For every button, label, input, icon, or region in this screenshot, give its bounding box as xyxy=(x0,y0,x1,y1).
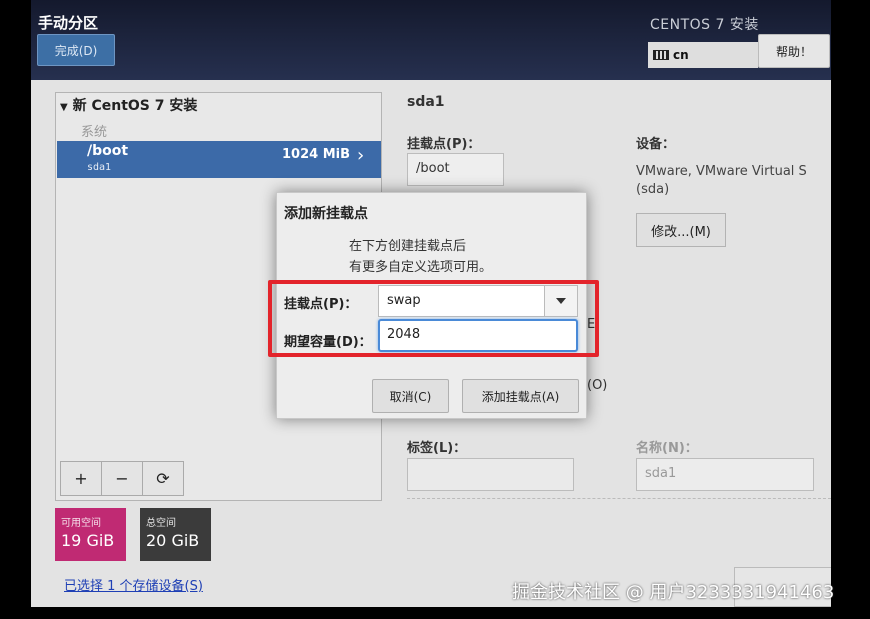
dialog-description-line2: 有更多自定义选项可用。 xyxy=(349,260,493,275)
device-value: VMware, VMware Virtual S (sda) xyxy=(636,164,807,197)
expand-triangle-icon: ▼ xyxy=(60,102,68,113)
divider xyxy=(407,498,831,499)
keyboard-icon xyxy=(653,50,669,60)
dialog-title: 添加新挂载点 xyxy=(284,206,368,222)
header-bar: 手动分区 完成(D) CENTOS 7 安装 cn 帮助！ xyxy=(31,0,831,80)
available-space-badge: 可用空间 19 GiB xyxy=(55,508,126,561)
partition-row-boot[interactable]: /boot sda1 1024 MiB › xyxy=(57,141,381,178)
install-tree-header[interactable]: ▼ 新 CentOS 7 安装 xyxy=(60,95,197,115)
highlight-frame xyxy=(268,280,599,357)
device-label: 设备： xyxy=(636,137,676,152)
keyboard-layout-label: cn xyxy=(673,48,689,62)
mount-point-label: 挂载点(P)： xyxy=(407,137,481,152)
selected-storage-link[interactable]: 已选择 1 个存储设备(S) xyxy=(64,575,203,594)
refresh-button[interactable]: ⟳ xyxy=(143,462,183,495)
remove-partition-button[interactable]: − xyxy=(102,462,143,495)
install-title: CENTOS 7 安装 xyxy=(650,17,759,33)
partition-toolbar: + − ⟳ xyxy=(60,461,184,496)
page-title: 手动分区 xyxy=(38,14,99,32)
name-field: sda1 xyxy=(636,458,814,491)
modify-button[interactable]: 修改...(M) xyxy=(636,213,726,247)
chevron-right-icon: › xyxy=(357,145,365,166)
group-label-system: 系统 xyxy=(81,125,108,140)
available-space-value: 19 GiB xyxy=(61,531,115,550)
partition-mount: /boot xyxy=(87,143,129,159)
installer-window: 手动分区 完成(D) CENTOS 7 安装 cn 帮助！ ▼ 新 CentOS… xyxy=(31,0,831,607)
obscured-option-fragment: (O) xyxy=(587,378,608,393)
keyboard-layout-indicator[interactable]: cn xyxy=(648,42,758,68)
partition-size: 1024 MiB xyxy=(282,147,351,162)
tag-label: 标签(L)： xyxy=(407,441,467,456)
help-button[interactable]: 帮助！ xyxy=(758,34,830,68)
done-button[interactable]: 完成(D) xyxy=(37,34,115,66)
add-partition-button[interactable]: + xyxy=(61,462,102,495)
partition-device: sda1 xyxy=(87,162,112,173)
mount-point-field[interactable]: /boot xyxy=(407,153,504,186)
dialog-description-line1: 在下方创建挂载点后 xyxy=(349,239,467,254)
tag-field[interactable] xyxy=(407,458,574,491)
add-mount-point-dialog: 添加新挂载点 在下方创建挂载点后 有更多自定义选项可用。 挂载点(P)： swa… xyxy=(268,192,599,419)
watermark-text: 掘金技术社区 @ 用户3233331941463 xyxy=(512,582,835,603)
total-space-label: 总空间 xyxy=(146,518,176,529)
detail-title: sda1 xyxy=(407,94,445,110)
add-mount-point-button[interactable]: 添加挂载点(A) xyxy=(462,379,579,413)
install-tree-label: 新 CentOS 7 安装 xyxy=(72,98,198,114)
name-label: 名称(N)： xyxy=(636,441,698,456)
total-space-badge: 总空间 20 GiB xyxy=(140,508,211,561)
cancel-button[interactable]: 取消(C) xyxy=(372,379,449,413)
available-space-label: 可用空间 xyxy=(61,518,101,529)
total-space-value: 20 GiB xyxy=(146,531,200,550)
